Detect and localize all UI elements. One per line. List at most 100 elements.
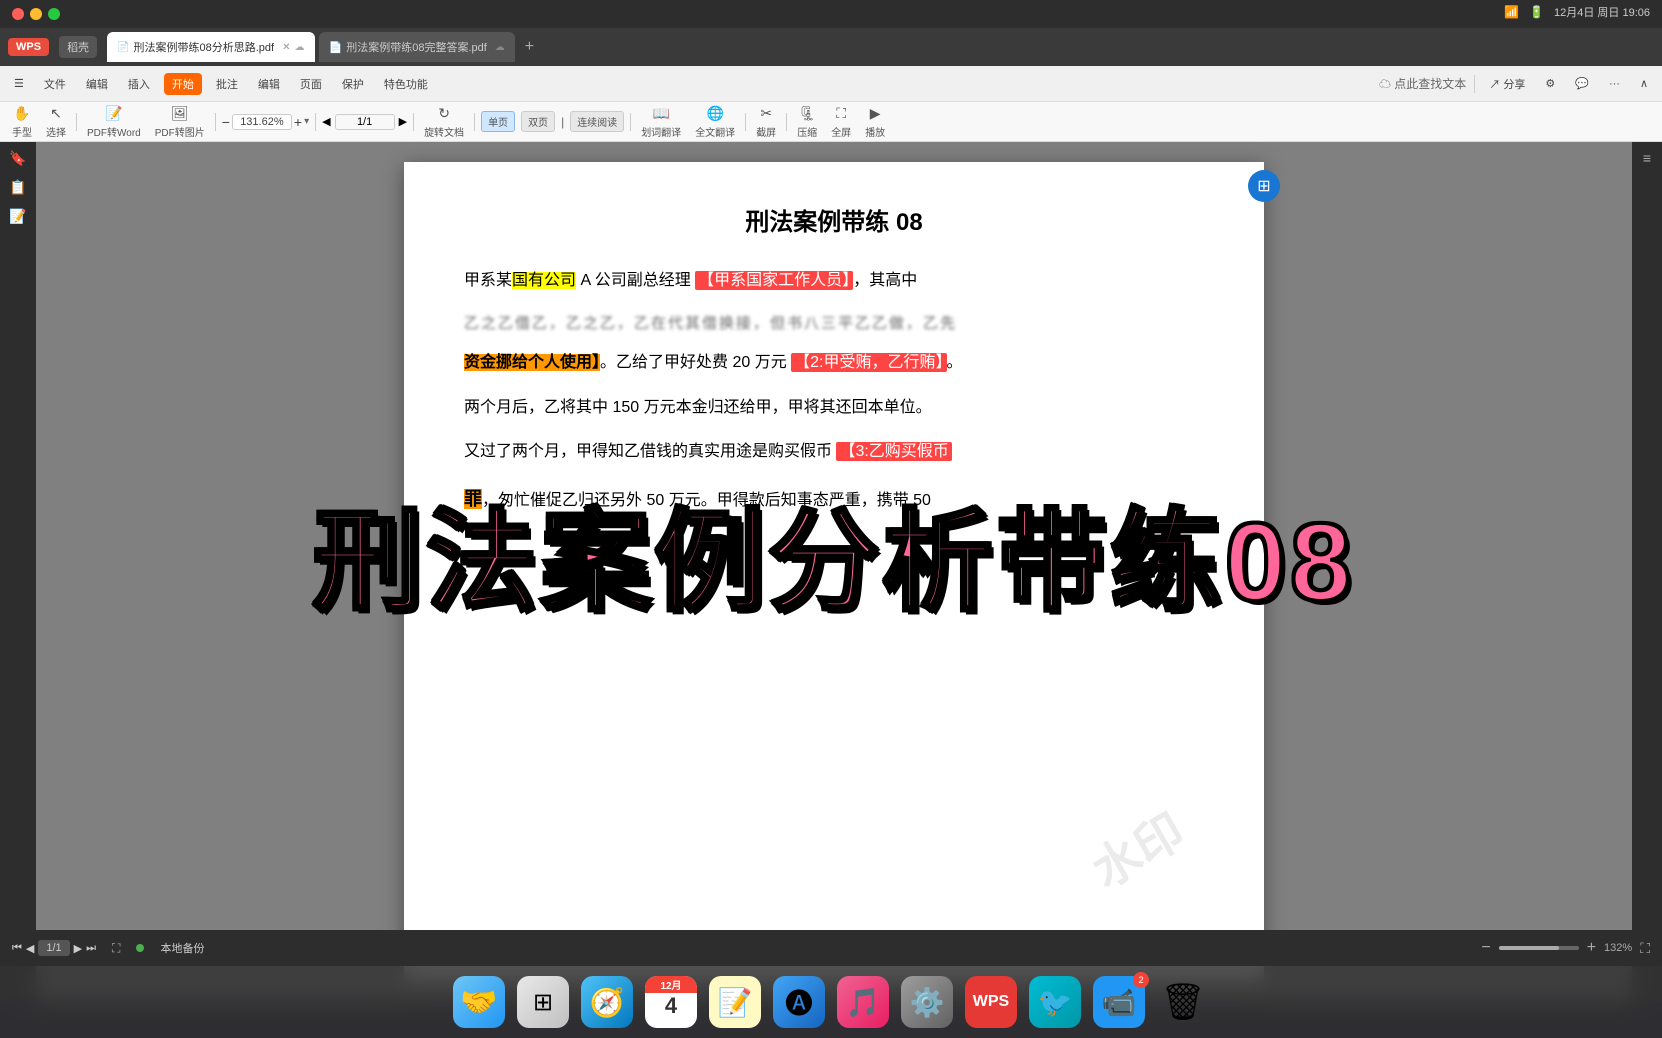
select-tool-btn[interactable]: ↖ 选择: [42, 103, 70, 141]
hand-tool-btn[interactable]: ✋ 手型: [8, 103, 36, 141]
pdf-icon-tab1: 📄: [117, 42, 129, 53]
translate-full-btn[interactable]: 🌐 全文翻译: [691, 103, 739, 141]
highlight-state-owned: 国有公司: [512, 272, 576, 289]
pdf-page: ⊞ 刑法案例带练 08 甲系某国有公司 A 公司副总经理 【甲系国家工作人员】，…: [404, 162, 1264, 982]
word-icon: 📝: [105, 105, 122, 122]
dock-finder[interactable]: 🤝: [453, 976, 505, 1028]
trash-icon: 🗑: [1160, 981, 1206, 1023]
new-tab-button[interactable]: +: [519, 38, 540, 56]
page-next-btn[interactable]: ▶: [399, 115, 407, 128]
dock-appstore[interactable]: 🅐: [773, 976, 825, 1028]
pdf-viewer: ⊞ 刑法案例带练 08 甲系某国有公司 A 公司副总经理 【甲系国家工作人员】，…: [36, 142, 1632, 1002]
zoom-dropdown-icon[interactable]: ▾: [304, 116, 309, 127]
dock-launchpad[interactable]: ⊞: [517, 976, 569, 1028]
right-sidebar: ≡: [1632, 142, 1662, 1002]
zoom-value[interactable]: 131.62%: [232, 114, 292, 130]
view-double-btn[interactable]: 双页: [521, 111, 555, 132]
menu-features[interactable]: 特色功能: [378, 74, 434, 94]
minimize-window-btn[interactable]: [30, 8, 42, 20]
dock-safari[interactable]: 🧭: [581, 976, 633, 1028]
zoom-increase-btn[interactable]: +: [294, 114, 302, 130]
view-single-btn[interactable]: 单页: [481, 111, 515, 132]
pdf-to-image-btn[interactable]: 🖼 PDF转图片: [151, 103, 209, 141]
para1-middle: A 公司副总经理: [576, 272, 695, 289]
settings-btn[interactable]: ⚙: [1539, 75, 1561, 92]
menu-insert[interactable]: 插入: [122, 74, 156, 94]
toolbar-row2: ✋ 手型 ↖ 选择 📝 PDF转Word 🖼 PDF转图片 − 131.62% …: [0, 102, 1662, 142]
compress-btn[interactable]: 🗜 压缩: [793, 103, 821, 141]
pdf-para3: 两个月后，乙将其中 150 万元本金归还给甲，甲将其还回本单位。: [464, 394, 1204, 423]
menu-protect[interactable]: 保护: [336, 74, 370, 94]
menu-file[interactable]: 文件: [38, 74, 72, 94]
shell-btn[interactable]: 稻壳: [59, 36, 97, 58]
dock-trash[interactable]: 🗑: [1157, 976, 1209, 1028]
tab-analysis[interactable]: 📄 刑法案例带练08分析思路.pdf ✕ ☁: [107, 32, 314, 62]
para5-after: ，匆忙催促乙归还另外 50 万元。甲得款后知事态严重，携带 50: [482, 492, 931, 509]
menu-start[interactable]: 开始: [164, 73, 202, 95]
dock-wps[interactable]: WPS: [965, 976, 1017, 1028]
play-btn[interactable]: ▶ 播放: [861, 103, 889, 141]
cloud-search-icon: ☁ 点此查找文本: [1379, 75, 1466, 92]
menu-page[interactable]: 页面: [294, 74, 328, 94]
fit-page-btn[interactable]: ⛶: [112, 941, 120, 956]
bookmark-sidebar-icon[interactable]: 🔖: [9, 150, 26, 167]
zoom-out-status-btn[interactable]: −: [1481, 939, 1490, 957]
maximize-window-btn[interactable]: [48, 8, 60, 20]
menu-edit2[interactable]: 编辑: [252, 74, 286, 94]
page-prev-btn[interactable]: ◀: [322, 115, 330, 128]
prev-page-btn[interactable]: ◀: [26, 942, 34, 955]
fullscreen-status-btn[interactable]: ⛶: [1640, 940, 1650, 957]
compress-icon: 🗜: [798, 105, 816, 122]
more-btn[interactable]: ···: [1603, 76, 1626, 92]
share-btn[interactable]: ↗ 分享: [1483, 74, 1531, 94]
highlight-funds: 资金挪给个人使用】: [464, 354, 600, 371]
properties-icon[interactable]: ≡: [1643, 150, 1651, 166]
play-icon: ▶: [870, 105, 881, 122]
dock-notes[interactable]: 📝: [709, 976, 761, 1028]
rotate-doc-btn[interactable]: ↻ 旋转文档: [420, 103, 468, 141]
rotate-icon: ↻: [438, 105, 450, 122]
pdf-para5: 罪，匆忙催促乙归还另外 50 万元。甲得款后知事态严重，携带 50: [464, 483, 1204, 516]
translate-word-btn[interactable]: 📖 划词翻译: [637, 103, 685, 141]
menu-edit[interactable]: 编辑: [80, 74, 114, 94]
dock: 🤝 ⊞ 🧭 12月 4 📝 🅐 🎵 ⚙️ WPS 🐦 📹 2 🗑: [0, 966, 1662, 1038]
wps-logo-btn[interactable]: WPS: [8, 38, 49, 56]
pdf-to-word-btn[interactable]: 📝 PDF转Word: [83, 103, 145, 141]
view-continuous-btn[interactable]: 连续阅读: [570, 111, 624, 132]
page-input[interactable]: 1/1: [335, 114, 395, 130]
divider6: [474, 113, 475, 131]
zoom-in-status-btn[interactable]: +: [1587, 939, 1596, 957]
fullscreen-btn[interactable]: ⛶ 全屏: [827, 103, 855, 141]
para4-before: 又过了两个月，甲得知乙借钱的真实用途是购买假币: [464, 443, 836, 460]
dock-music[interactable]: 🎵: [837, 976, 889, 1028]
play-label: 播放: [865, 124, 885, 139]
first-page-btn[interactable]: ⏮: [12, 942, 22, 955]
music-icon: 🎵: [846, 986, 881, 1019]
zoom-decrease-btn[interactable]: −: [222, 114, 230, 130]
dock-calendar[interactable]: 12月 4: [645, 976, 697, 1028]
top-right-status: 📶 🔋 12月4日 周日 19:06: [1504, 4, 1650, 20]
tab-answer[interactable]: 📄 刑法案例带练08完整答案.pdf ☁: [319, 32, 515, 62]
dock-system-settings[interactable]: ⚙️: [901, 976, 953, 1028]
menu-annotate[interactable]: 批注: [210, 74, 244, 94]
image-icon: 🖼: [171, 105, 189, 122]
next-page-btn[interactable]: ▶: [74, 942, 82, 955]
dock-feishu[interactable]: 🐦: [1029, 976, 1081, 1028]
toolbar-row1: ☰ 文件 编辑 插入 开始 批注 编辑 页面 保护 特色功能 ☁ 点此查找文本 …: [0, 66, 1662, 102]
macos-topbar: 📶 🔋 12月4日 周日 19:06: [0, 0, 1662, 28]
zoom-slider[interactable]: [1499, 946, 1579, 950]
appstore-icon: 🅐: [785, 982, 813, 1022]
last-page-btn[interactable]: ⏭: [86, 942, 96, 955]
menu-toggle-icon[interactable]: ☰: [8, 75, 30, 92]
close-window-btn[interactable]: [12, 8, 24, 20]
close-tab1-icon[interactable]: ✕: [282, 42, 290, 53]
notes-sidebar-icon[interactable]: 📝: [9, 208, 26, 225]
screenshot-btn[interactable]: ✂ 截屏: [752, 103, 780, 141]
pdf-action-btn[interactable]: ⊞: [1248, 170, 1280, 202]
dock-zoom[interactable]: 📹 2: [1093, 976, 1145, 1028]
comment-btn[interactable]: 💬: [1569, 75, 1595, 92]
page-nav-status: ⏮ ◀ 1/1 ▶ ⏭: [12, 940, 96, 956]
divider7: [630, 113, 631, 131]
collapse-btn[interactable]: ∧: [1634, 75, 1654, 92]
pages-sidebar-icon[interactable]: 📋: [9, 179, 26, 196]
